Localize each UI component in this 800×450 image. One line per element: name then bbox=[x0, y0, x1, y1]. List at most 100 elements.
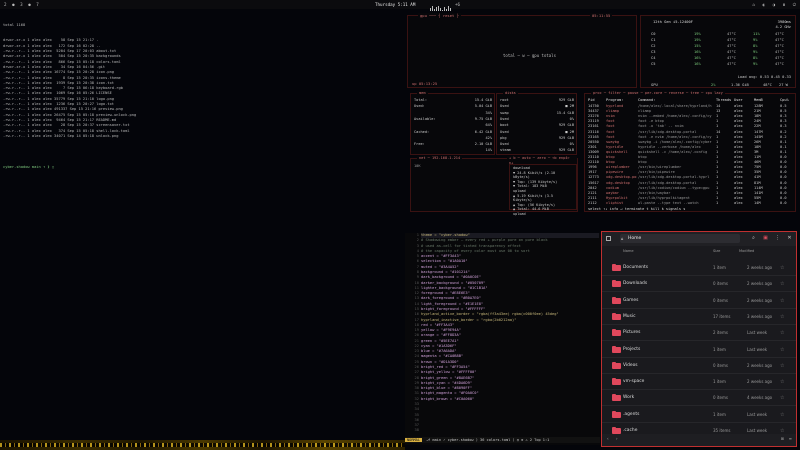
workspace-dot[interactable]: ● bbox=[28, 2, 31, 7]
file-row[interactable]: .agents 1 item Last week ☆ bbox=[602, 407, 796, 423]
file-modified: 4 weeks ago bbox=[747, 395, 773, 401]
status-text: ⎇ main ✓ cyber-shadow ⟩ 36 colors.toml ⟩… bbox=[426, 438, 550, 442]
cpu-core-pct: 16% bbox=[694, 50, 701, 54]
cpu-core-pct: 15% bbox=[694, 44, 701, 48]
column-modified[interactable]: Modified bbox=[739, 249, 754, 253]
cpu-core-pct2: 9% bbox=[753, 38, 758, 42]
file-row[interactable]: Work 0 items 4 weeks ago ☆ bbox=[602, 390, 796, 407]
star-icon[interactable]: ☆ bbox=[780, 342, 784, 358]
forward-icon[interactable]: › bbox=[616, 436, 618, 441]
gpu-window[interactable]: gpu ─── ┤ reset ├ 05:11:55 total ─ w ─ g… bbox=[407, 13, 637, 88]
code-area[interactable]: theme = "cyber-shadow" # Shadowing ember … bbox=[421, 233, 599, 402]
workspace-3[interactable]: 3 bbox=[20, 2, 23, 7]
shell-prompt[interactable]: cyber-shadow main ↑ ❯ ▯ bbox=[3, 165, 401, 170]
file-name: Music bbox=[623, 313, 636, 319]
memory-row: Cached: 6.42 GiB bbox=[414, 130, 494, 135]
star-icon[interactable]: ☆ bbox=[780, 309, 784, 325]
star-icon[interactable]: ☆ bbox=[780, 358, 784, 374]
cpu-core-temp: 47°C bbox=[727, 62, 736, 66]
battery-icon[interactable]: ▮ bbox=[783, 2, 786, 7]
list-view-icon[interactable]: ≡ bbox=[789, 436, 792, 441]
star-icon[interactable]: ☆ bbox=[780, 325, 784, 341]
file-manager-window[interactable]: Home ⌂ ⌕ ▣ ⋮ ✕ Name Size Modified Docume… bbox=[601, 231, 797, 447]
memory-value: 64% bbox=[485, 123, 493, 128]
memory-key: Total: bbox=[414, 98, 427, 102]
folder-icon bbox=[612, 264, 621, 271]
workspace-7[interactable]: 7 bbox=[36, 2, 39, 7]
close-icon[interactable]: ✕ bbox=[786, 235, 793, 242]
folder-icon bbox=[612, 361, 621, 369]
process-column-header[interactable]: Threads bbox=[716, 98, 731, 103]
cpu-core-row: C0 19% 47°C 11% 47°C bbox=[651, 32, 791, 37]
file-name: Projects bbox=[623, 346, 641, 352]
process-row[interactable]: 2112 cliphist wl-paste --type text --watch… bbox=[588, 201, 796, 206]
memory-panel: mem Total: 15.4 GiB Used: 5.04 GiB 34% Availa… bbox=[410, 91, 495, 155]
file-name: Pictures bbox=[623, 330, 641, 336]
cpu-core-row: C5 16% 47°C 9% 47°C bbox=[651, 62, 791, 67]
star-icon[interactable]: ☆ bbox=[780, 276, 784, 292]
star-icon[interactable]: ☆ bbox=[780, 407, 784, 423]
folder-icon bbox=[612, 296, 621, 304]
sidebar-toggle-icon[interactable] bbox=[606, 236, 611, 241]
back-icon[interactable]: ‹ bbox=[607, 436, 609, 441]
process-column-header[interactable]: Program: bbox=[606, 98, 623, 103]
network-stats: download ▼ 24.8 Kibit/s (2.10 kByte/s) ▼ T… bbox=[509, 164, 577, 216]
memory-row: Free: 2.10 GiB bbox=[414, 142, 494, 147]
disk-row: Used ■ 2M bbox=[500, 104, 576, 109]
network-stat-line: ▼ 24.8 Kibit/s (2.10 kByte/s) bbox=[513, 170, 556, 180]
process-title[interactable]: proc ─ filter ─ pause ─ per-core ─ rever… bbox=[591, 91, 725, 96]
home-icon[interactable]: ⌂ bbox=[752, 2, 755, 7]
file-modified: Last week bbox=[747, 346, 768, 352]
star-icon[interactable]: ☆ bbox=[780, 390, 784, 406]
process-column-header[interactable]: Command: bbox=[638, 98, 655, 103]
workspace-2[interactable]: 2 bbox=[4, 2, 7, 7]
disk-value: ■ 2M bbox=[565, 129, 574, 134]
brightness-icon[interactable]: ◐ bbox=[763, 2, 766, 7]
folder-icon bbox=[612, 329, 621, 337]
workspace-indicator[interactable]: 2 ● 3 ● 7 bbox=[4, 0, 42, 9]
disk-key: boot bbox=[500, 123, 509, 128]
file-row[interactable]: Downloads 0 items 2 weeks ago ☆ bbox=[602, 276, 796, 293]
network-title: net ─ 192.168.1.214 bbox=[417, 156, 463, 161]
file-size: 0 items bbox=[713, 297, 728, 303]
workspace-dot[interactable]: ● bbox=[12, 2, 15, 7]
search-icon[interactable]: ⌕ bbox=[750, 235, 757, 242]
clock[interactable]: Thursday 5:11 AM bbox=[375, 0, 415, 9]
process-column-header[interactable]: User bbox=[734, 98, 743, 103]
location-bar[interactable]: Home bbox=[620, 234, 740, 243]
file-row[interactable]: vm-space 1 item 2 weeks ago ☆ bbox=[602, 374, 796, 391]
terminal-listing[interactable]: total 1168 drwxr-xr-x 1 alex alex 58 Sep… bbox=[3, 12, 401, 442]
star-icon[interactable]: ☆ bbox=[780, 293, 784, 309]
process-actions[interactable]: select ↑↓ info ↵ terminate t kill k sign… bbox=[588, 207, 685, 212]
menu-icon[interactable]: ▣ bbox=[762, 235, 769, 242]
cpu-core-temp: 47°C bbox=[727, 50, 736, 54]
column-size[interactable]: Size bbox=[713, 249, 720, 253]
process-column-header[interactable]: Pid bbox=[588, 98, 595, 103]
theme-icon[interactable]: ◑ bbox=[773, 2, 776, 7]
process-panel[interactable]: proc ─ filter ─ pause ─ per-core ─ rever… bbox=[584, 91, 796, 212]
file-row[interactable]: Projects 1 item Last week ☆ bbox=[602, 342, 796, 358]
file-row[interactable]: Music 17 items 3 weeks ago ☆ bbox=[602, 309, 796, 325]
process-column-header[interactable]: MemB bbox=[754, 98, 763, 103]
process-column-header[interactable]: Cpu% bbox=[780, 98, 789, 103]
file-size: 0 items bbox=[713, 281, 728, 287]
vim-mode: NORMAL bbox=[405, 438, 422, 442]
disk-key: Used bbox=[500, 129, 509, 134]
disk-value: 0% bbox=[569, 142, 574, 147]
file-row[interactable]: Games 0 items 2 weeks ago ☆ bbox=[602, 293, 796, 309]
column-name[interactable]: Name bbox=[623, 249, 634, 253]
star-icon[interactable]: ☆ bbox=[780, 374, 784, 390]
editor-window[interactable]: 1 2 3 4 5 6 7 8 9 10 11 12 13 14 15 16 17 18 19 20 21 22 23 24 2… bbox=[405, 233, 600, 445]
star-icon[interactable]: ☆ bbox=[780, 260, 784, 276]
options-icon[interactable]: ⋮ bbox=[774, 235, 781, 242]
memory-value: 14% bbox=[485, 148, 493, 153]
file-row[interactable]: Videos 0 items 2 weeks ago ☆ bbox=[602, 358, 796, 374]
file-row[interactable]: Documents 1 item 2 weeks ago ☆ bbox=[602, 260, 796, 276]
network-scale: 10K bbox=[414, 164, 421, 168]
file-row[interactable]: Pictures 2 items Last week ☆ bbox=[602, 325, 796, 342]
file-modified: 3 weeks ago bbox=[747, 313, 773, 319]
grid-view-icon[interactable]: ⊞ bbox=[781, 436, 784, 441]
folder-icon bbox=[612, 394, 621, 402]
disk-value: ■ 2M bbox=[565, 104, 574, 109]
power-icon[interactable]: ⏻ bbox=[793, 2, 796, 7]
